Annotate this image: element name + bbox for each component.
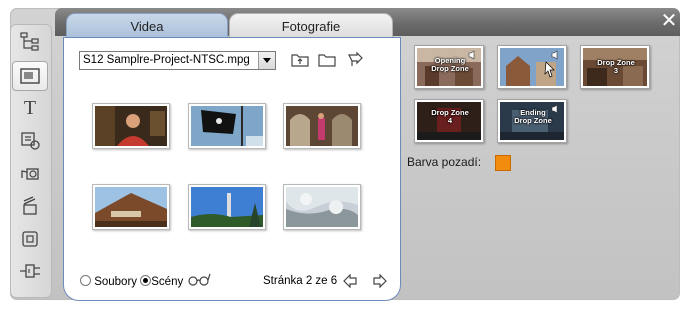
radio-scenes-label: Scény bbox=[151, 276, 184, 288]
sound-icon bbox=[468, 47, 478, 65]
open-folder-icon bbox=[318, 54, 336, 67]
sound-icon bbox=[551, 101, 561, 119]
trees-water-image bbox=[286, 187, 358, 227]
camera-music-icon bbox=[21, 168, 39, 180]
file-dropdown-value: S12 Samplre-Project-NTSC.mpg bbox=[83, 54, 250, 66]
clapper-tool[interactable] bbox=[14, 192, 46, 220]
page-indicator: Stránka 2 ze 6 bbox=[263, 275, 337, 287]
thumbnail-icon bbox=[20, 68, 40, 84]
tab-fotografie-label: Fotografie bbox=[281, 18, 341, 34]
background-color-label: Barva pozadí: bbox=[407, 155, 482, 169]
page-text: Stránka 2 ze 6 bbox=[263, 275, 338, 287]
tab-videa[interactable]: Videa bbox=[66, 13, 228, 38]
scene-thumbnail[interactable] bbox=[283, 103, 361, 149]
arrow-left-icon bbox=[343, 273, 357, 289]
scene-thumbnail[interactable] bbox=[188, 184, 266, 230]
sound-icon bbox=[551, 47, 561, 65]
title-t-icon: T bbox=[24, 97, 36, 118]
previous-page-button[interactable] bbox=[343, 273, 357, 291]
arrow-right-icon bbox=[373, 273, 387, 289]
source-radio-group: Soubory Scény bbox=[80, 275, 183, 288]
chevron-down-icon[interactable] bbox=[258, 52, 275, 69]
radio-files-label: Soubory bbox=[94, 276, 138, 288]
plug-tool[interactable] bbox=[14, 257, 46, 285]
scene-thumbnail[interactable] bbox=[92, 184, 170, 230]
drop-zone-label: Drop Zone 3 bbox=[597, 58, 635, 75]
sound-icon bbox=[21, 132, 40, 150]
arrow-icon bbox=[348, 52, 363, 66]
blue-sky-tower-image bbox=[191, 187, 263, 227]
man-portrait-image bbox=[95, 106, 167, 146]
glasses-icon bbox=[188, 273, 211, 286]
navigate-button[interactable] bbox=[344, 50, 366, 70]
radio-files[interactable] bbox=[80, 275, 91, 286]
up-folder-button[interactable] bbox=[289, 50, 311, 70]
tab-fotografie[interactable]: Fotografie bbox=[229, 13, 393, 38]
radio-scenes[interactable] bbox=[140, 275, 152, 286]
drop-zone-label: Drop Zone 4 bbox=[431, 108, 469, 125]
scene-thumbnail[interactable] bbox=[92, 103, 170, 149]
menu-tree-icon bbox=[20, 32, 39, 51]
sound-tool[interactable] bbox=[14, 126, 46, 154]
close-icon[interactable]: ✕ bbox=[658, 10, 680, 32]
woman-arches-image bbox=[286, 106, 358, 146]
scene-thumbnail[interactable] bbox=[188, 103, 266, 149]
scene-thumbnail[interactable] bbox=[283, 184, 361, 230]
camera-tool[interactable] bbox=[14, 160, 46, 188]
file-dropdown[interactable]: S12 Samplre-Project-NTSC.mpg bbox=[79, 51, 276, 70]
clapper-icon bbox=[23, 196, 37, 215]
up-folder-icon bbox=[291, 54, 309, 67]
videos-panel bbox=[63, 37, 401, 301]
background-color-swatch[interactable] bbox=[495, 155, 511, 171]
tab-videa-label: Videa bbox=[130, 18, 164, 34]
wooden-house-image bbox=[95, 187, 167, 227]
open-folder-button[interactable] bbox=[316, 50, 338, 70]
title-tool[interactable]: T bbox=[14, 93, 46, 121]
thumbnail-tool[interactable] bbox=[12, 61, 48, 91]
svg-text:T: T bbox=[24, 97, 36, 118]
menu-tree-tool[interactable] bbox=[14, 28, 46, 56]
pirate-flag-image bbox=[191, 106, 263, 146]
glasses-button[interactable] bbox=[187, 272, 211, 289]
plug-icon bbox=[20, 264, 40, 278]
next-page-button[interactable] bbox=[373, 273, 387, 291]
frame-tool[interactable] bbox=[14, 225, 46, 253]
frame-icon bbox=[22, 231, 38, 247]
